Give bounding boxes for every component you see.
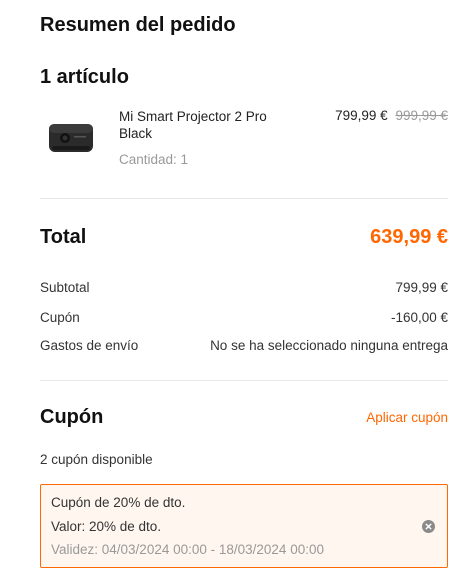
- divider: [40, 380, 448, 381]
- order-summary-panel: Resumen del pedido 1 artículo Mi Smart P…: [0, 0, 475, 580]
- product-name[interactable]: Mi Smart Projector 2 Pro Black: [119, 108, 299, 142]
- product-quantity: Cantidad: 1: [119, 152, 189, 167]
- apply-coupon-link[interactable]: Aplicar cupón: [366, 410, 448, 425]
- product-original-price: 999,99 €: [395, 108, 448, 123]
- coupon-card-validity: Validez: 04/03/2024 00:00 - 18/03/2024 0…: [51, 542, 324, 557]
- coupon-card[interactable]: Cupón de 20% de dto. Valor: 20% de dto. …: [40, 484, 448, 568]
- product-price-group: 799,99 € 999,99 €: [335, 108, 448, 123]
- total-label: Total: [40, 226, 87, 248]
- remove-coupon-icon[interactable]: [422, 520, 435, 533]
- coupon-card-name: Cupón de 20% de dto.: [51, 495, 186, 510]
- product-price: 799,99 €: [335, 108, 388, 123]
- total-value: 639,99 €: [370, 226, 448, 248]
- shipping-label: Gastos de envío: [40, 338, 139, 353]
- summary-title: Resumen del pedido: [40, 14, 236, 36]
- subtotal-value: 799,99 €: [395, 280, 448, 295]
- coupon-card-value: Valor: 20% de dto.: [51, 519, 162, 534]
- coupon-discount-label: Cupón: [40, 310, 80, 325]
- product-line: Mi Smart Projector 2 Pro Black Cantidad:…: [40, 106, 448, 176]
- subtotal-label: Subtotal: [40, 280, 90, 295]
- coupons-available-text: 2 cupón disponible: [40, 452, 153, 467]
- projector-image: [48, 120, 94, 156]
- shipping-value: No se ha seleccionado ninguna entrega: [210, 338, 448, 353]
- coupon-section-title: Cupón: [40, 406, 104, 428]
- divider: [40, 198, 448, 199]
- coupon-discount-value: -160,00 €: [390, 310, 448, 325]
- item-count: 1 artículo: [40, 66, 129, 88]
